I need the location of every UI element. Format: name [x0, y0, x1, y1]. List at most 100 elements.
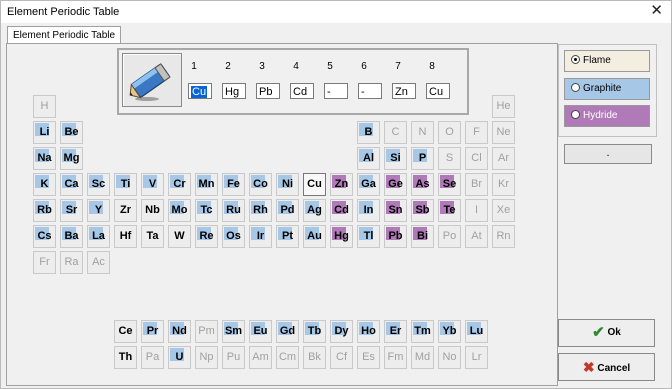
element-ni[interactable]: Ni	[276, 173, 299, 196]
checkmark-icon: ✔	[592, 324, 605, 341]
element-v[interactable]: V	[141, 173, 164, 196]
element-ga[interactable]: Ga	[357, 173, 380, 196]
mode-radio-graphite[interactable]: Graphite	[564, 78, 650, 100]
periodic-table-panel: 1 Cu 2 Hg 3 Pb 4 Cd 5 - 6 - 7 Zn 8 Cu H He Li Be B C N O F Ne Na M…	[6, 43, 558, 386]
element-si[interactable]: Si	[384, 147, 407, 170]
element-sr[interactable]: Sr	[60, 199, 83, 222]
element-na[interactable]: Na	[33, 147, 56, 170]
element-ho[interactable]: Ho	[357, 320, 380, 343]
element-tb[interactable]: Tb	[303, 320, 326, 343]
element-bi[interactable]: Bi	[411, 225, 434, 248]
element-cd[interactable]: Cd	[330, 199, 353, 222]
element-os[interactable]: Os	[222, 225, 245, 248]
element-lr: Lr	[465, 346, 488, 369]
element-ta[interactable]: Ta	[141, 225, 164, 248]
element-cr[interactable]: Cr	[168, 173, 191, 196]
element-pt[interactable]: Pt	[276, 225, 299, 248]
element-dy[interactable]: Dy	[330, 320, 353, 343]
element-b[interactable]: B	[357, 121, 380, 144]
element-symbol: Be	[64, 126, 79, 138]
dot-button[interactable]: .	[564, 144, 652, 164]
element-la[interactable]: La	[87, 225, 110, 248]
element-mn[interactable]: Mn	[195, 173, 218, 196]
sample-field[interactable]: Pb	[256, 83, 280, 99]
element-pr[interactable]: Pr	[141, 320, 164, 343]
element-li[interactable]: Li	[33, 121, 56, 144]
element-lu[interactable]: Lu	[465, 320, 488, 343]
element-ge[interactable]: Ge	[384, 173, 407, 196]
element-hg[interactable]: Hg	[330, 225, 353, 248]
element-sm[interactable]: Sm	[222, 320, 245, 343]
element-pb[interactable]: Pb	[384, 225, 407, 248]
element-ca[interactable]: Ca	[60, 173, 83, 196]
element-tl[interactable]: Tl	[357, 225, 380, 248]
element-cu[interactable]: Cu	[303, 173, 326, 196]
element-ir[interactable]: Ir	[249, 225, 272, 248]
element-th[interactable]: Th	[114, 346, 137, 369]
element-u[interactable]: U	[168, 346, 191, 369]
element-mo[interactable]: Mo	[168, 199, 191, 222]
element-y[interactable]: Y	[87, 199, 110, 222]
element-sn[interactable]: Sn	[384, 199, 407, 222]
element-mg[interactable]: Mg	[60, 147, 83, 170]
element-pd[interactable]: Pd	[276, 199, 299, 222]
element-symbol: Pr	[146, 325, 159, 337]
element-yb[interactable]: Yb	[438, 320, 461, 343]
element-hf[interactable]: Hf	[114, 225, 137, 248]
ok-button[interactable]: ✔ Ok	[558, 319, 655, 347]
element-symbol: Pa	[145, 351, 160, 363]
element-gd[interactable]: Gd	[276, 320, 299, 343]
sample-field[interactable]: Cu	[188, 83, 212, 99]
element-ce[interactable]: Ce	[114, 320, 137, 343]
sample-field[interactable]: Cu	[426, 83, 450, 99]
element-nb[interactable]: Nb	[141, 199, 164, 222]
element-nd[interactable]: Nd	[168, 320, 191, 343]
cancel-button[interactable]: ✖ Cancel	[558, 353, 655, 381]
element-rb[interactable]: Rb	[33, 199, 56, 222]
element-w[interactable]: W	[168, 225, 191, 248]
sample-field[interactable]: -	[358, 83, 382, 99]
mode-radio-flame[interactable]: Flame	[564, 50, 650, 72]
element-co[interactable]: Co	[249, 173, 272, 196]
element-ru[interactable]: Ru	[222, 199, 245, 222]
element-er[interactable]: Er	[384, 320, 407, 343]
element-fe[interactable]: Fe	[222, 173, 245, 196]
element-po: Po	[438, 225, 461, 248]
tool-button[interactable]	[122, 53, 182, 107]
sample-field[interactable]: Cd	[290, 83, 314, 99]
element-as[interactable]: As	[411, 173, 434, 196]
element-al[interactable]: Al	[357, 147, 380, 170]
sample-field[interactable]: Zn	[392, 83, 416, 99]
element-au[interactable]: Au	[303, 225, 326, 248]
element-te[interactable]: Te	[438, 199, 461, 222]
element-sb[interactable]: Sb	[411, 199, 434, 222]
element-symbol: Ca	[64, 178, 79, 190]
element-rh[interactable]: Rh	[249, 199, 272, 222]
element-symbol: Tb	[307, 325, 322, 337]
mode-radio-hydride[interactable]: Hydride	[564, 105, 650, 127]
element-symbol: Rb	[37, 204, 52, 216]
sample-field[interactable]: Hg	[222, 83, 246, 99]
element-cs[interactable]: Cs	[33, 225, 56, 248]
element-se[interactable]: Se	[438, 173, 461, 196]
element-ti[interactable]: Ti	[114, 173, 137, 196]
element-re[interactable]: Re	[195, 225, 218, 248]
element-tc[interactable]: Tc	[195, 199, 218, 222]
element-symbol: Bi	[417, 230, 428, 242]
element-tm[interactable]: Tm	[411, 320, 434, 343]
sample-number-label: 1	[191, 61, 197, 72]
element-k[interactable]: K	[33, 173, 56, 196]
element-rn: Rn	[492, 225, 515, 248]
element-ag[interactable]: Ag	[303, 199, 326, 222]
element-zr[interactable]: Zr	[114, 199, 137, 222]
element-symbol: Cm	[278, 351, 297, 363]
element-be[interactable]: Be	[60, 121, 83, 144]
element-p[interactable]: P	[411, 147, 434, 170]
element-ba[interactable]: Ba	[60, 225, 83, 248]
sample-field[interactable]: -	[324, 83, 348, 99]
element-sc[interactable]: Sc	[87, 173, 110, 196]
element-eu[interactable]: Eu	[249, 320, 272, 343]
element-zn[interactable]: Zn	[330, 173, 353, 196]
close-icon[interactable]: ✕	[650, 3, 663, 19]
element-in[interactable]: In	[357, 199, 380, 222]
